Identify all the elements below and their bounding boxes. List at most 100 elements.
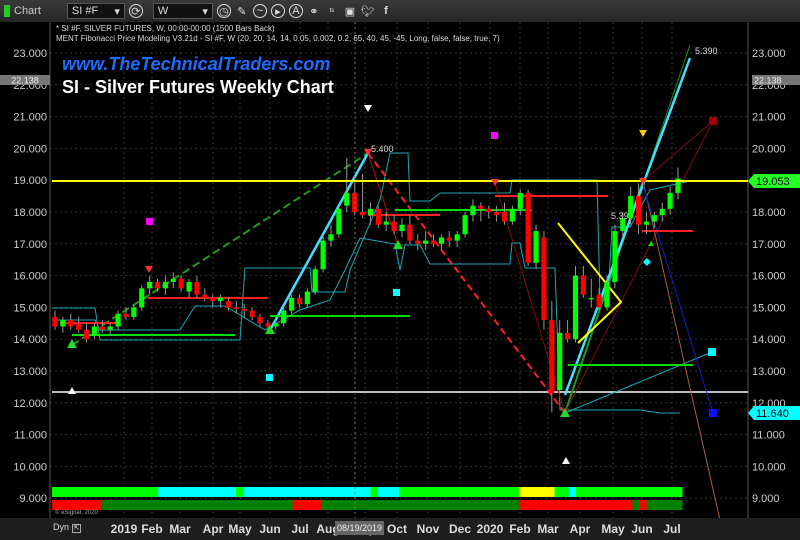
y-tick-label-left: 20.000 [13, 143, 47, 155]
candle-body [273, 323, 279, 327]
candle-body [446, 237, 452, 241]
candle [328, 224, 334, 247]
fib-down-thin [367, 152, 399, 246]
candle-body [651, 215, 657, 222]
y-tick-label-left: 14.000 [13, 334, 47, 346]
candle-body [154, 281, 161, 289]
fib-down-dashed [367, 152, 566, 414]
study-icon[interactable]: ~ [252, 4, 267, 18]
trend-strip-top-segment [236, 487, 244, 497]
candle [533, 224, 539, 270]
x-tick-label: May [228, 522, 252, 536]
candle-body [194, 281, 200, 295]
website-watermark: www.TheTechnicalTraders.com [62, 54, 330, 74]
candle-body [407, 224, 413, 241]
annotation-label: 5.400 [371, 144, 394, 154]
candle [194, 275, 200, 298]
white-up-triangle-marker [68, 387, 76, 394]
candle-body [454, 234, 460, 241]
candle-body [399, 224, 405, 232]
trend-strip-top-segment [377, 487, 400, 497]
prior-high-label-right: 22.138 [754, 76, 782, 86]
candle-body [288, 297, 295, 311]
symbol-select[interactable]: SI #F ▾ [66, 3, 125, 19]
trend-strip-top-segment [370, 487, 379, 497]
candle-body [359, 212, 366, 216]
candle [91, 323, 98, 340]
ts-icon[interactable]: ts [325, 4, 339, 18]
trend-strip-top-segment [398, 487, 520, 497]
y-tick-label-right: 16.000 [752, 271, 786, 283]
app-label: Chart [14, 5, 41, 17]
projection-cyan [563, 57, 692, 396]
candle-body [588, 297, 594, 300]
green-up-triangle-marker [393, 240, 403, 249]
red-down-triangle-marker [145, 266, 153, 273]
chart-area[interactable]: 23.000 23.000 22.000 22.000 21.000 21.000 20.0… [0, 22, 800, 521]
twitter-icon[interactable]: 🐦︎ [361, 4, 375, 18]
candle-body [68, 320, 74, 327]
candle-body [509, 208, 515, 222]
candle [115, 310, 121, 330]
time-axis[interactable]: Dyn ⇱ 2019FebMarAprMayJunJulAugSepOctNov… [0, 518, 800, 540]
y-tick-label-right: 13.000 [752, 366, 786, 378]
candle-body [415, 240, 421, 244]
candle-body [604, 281, 610, 308]
trend-strip-bottom-segment [292, 500, 322, 510]
y-tick-label-right: 11.000 [752, 430, 785, 442]
pencil-icon[interactable]: ✎ [235, 4, 249, 18]
candle-body [202, 294, 208, 298]
play-icon[interactable]: ▸ [270, 4, 285, 18]
link-symbol-icon[interactable]: ⟳ [128, 4, 143, 18]
y-tick-label-right: 15.000 [752, 302, 786, 314]
candle-body [470, 205, 476, 216]
candle [375, 205, 381, 228]
candle-body [107, 326, 113, 330]
copyright: © eSignal, 2020 [55, 509, 98, 516]
candle [218, 294, 224, 308]
candle [549, 301, 555, 413]
magenta-square-marker [491, 132, 498, 139]
trend-strip-bottom-segment [101, 500, 294, 510]
dyn-button[interactable]: Dyn ⇱ [53, 522, 82, 533]
x-tick-label: Jun [631, 522, 653, 536]
candle [186, 278, 192, 298]
fibonacci-overlays [52, 44, 748, 521]
candle-body [462, 215, 468, 235]
clock-icon[interactable]: ◷ [216, 4, 231, 18]
candle [415, 234, 421, 251]
cyan-diamond-marker [643, 258, 651, 266]
candle [304, 288, 310, 308]
trend-strip-top-segment [554, 487, 570, 497]
y-tick-label-right: 14.000 [752, 334, 786, 346]
candle-body [549, 320, 555, 394]
candle-body [210, 297, 216, 302]
candle-body [162, 281, 169, 289]
facebook-icon[interactable]: f [379, 4, 393, 18]
candle-body [99, 326, 105, 330]
chart-status-icon [4, 5, 10, 17]
chat-icon[interactable]: ▣ [343, 4, 357, 18]
trend-strip-bottom-segment [52, 500, 103, 510]
red-down-triangle-marker [491, 179, 499, 186]
candle-body [249, 310, 255, 317]
link-icon[interactable]: ⚭ [307, 4, 321, 18]
candle [407, 215, 413, 244]
candle-body [281, 310, 287, 324]
candle [60, 316, 66, 333]
y-tick-label-right: 20.000 [752, 143, 786, 155]
candle-body [383, 221, 389, 225]
candle-body [233, 307, 239, 309]
trend-strip-top-segment [158, 487, 237, 497]
candle-body [186, 281, 192, 292]
x-tick-label: 2020 [476, 522, 504, 536]
interval-value: W [157, 5, 169, 17]
candle-body [60, 320, 66, 327]
candle [147, 275, 153, 295]
y-tick-label-right: 9.000 [752, 493, 780, 505]
alert-icon[interactable]: A [288, 4, 303, 18]
interval-select[interactable]: W ▾ [152, 3, 213, 19]
x-tick-label: 2019 [110, 522, 138, 536]
dyn-label: Dyn [53, 522, 70, 532]
zoom-icon[interactable]: ⇱ [71, 524, 82, 533]
